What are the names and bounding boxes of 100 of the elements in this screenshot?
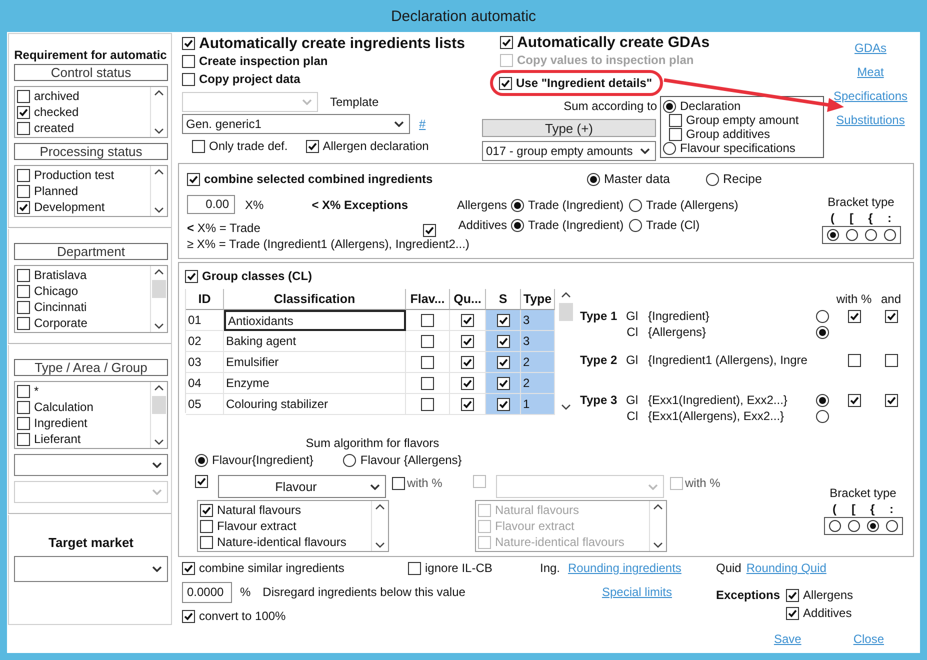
rule-pattern: {Allergens}	[648, 325, 708, 339]
radio-label: Master data	[604, 172, 670, 186]
checkbox-label: combine similar ingredients	[199, 561, 344, 575]
rounding-label: Quid	[716, 561, 742, 575]
checkbox-label: Allergens	[803, 588, 854, 602]
window-title: Declaration automatic	[390, 8, 536, 24]
checkbox-label: Calculation	[34, 400, 94, 414]
radio-label: Trade (Ingredient)	[528, 218, 624, 232]
rule-text: < X% = Trade	[187, 220, 260, 236]
rule-text: ≥ X% = Trade (Ingredient1 (Allergens), Ingredient2...)	[187, 236, 470, 252]
group-title: Processing status	[14, 143, 168, 160]
checkbox-label: created	[34, 121, 74, 135]
bracket-symbol: {	[869, 502, 876, 516]
radio-label: Declaration	[680, 99, 741, 113]
radio-label: Recipe	[723, 172, 762, 186]
checkbox-label: Copy project data	[199, 72, 300, 86]
table-cell: 1	[521, 394, 555, 415]
type-label: Type 1	[580, 309, 618, 323]
table-cell: 04	[186, 373, 224, 394]
rounding-label: Ing.	[540, 561, 560, 575]
table-cell: 03	[186, 352, 224, 373]
checkbox-label: Group empty amount	[686, 113, 799, 127]
table-cell: 3	[521, 331, 555, 352]
checkbox-label: Flavour extract	[217, 519, 296, 533]
bracket-symbol: :	[886, 211, 892, 225]
column-header[interactable]: Qu...	[450, 289, 486, 310]
checkbox-label: Use "Ingredient details"	[516, 76, 652, 90]
template-label: Template	[330, 95, 379, 109]
table-cell[interactable]: Baking agent	[224, 331, 406, 352]
checkbox-label: Group classes (CL)	[202, 269, 312, 283]
column-header[interactable]: Flav...	[406, 289, 450, 310]
checkbox-label: with %	[685, 476, 720, 490]
disregard-input[interactable]: 0.0000	[182, 582, 232, 602]
checkbox-label: Cincinnati	[34, 300, 87, 314]
table-cell: 01	[186, 310, 224, 331]
flavour-dropdown[interactable]: Flavour	[218, 475, 386, 498]
disregard-label: Disregard ingredients below this value	[262, 585, 466, 599]
checkbox-label: Additives	[803, 606, 852, 620]
bracket-symbol: (	[832, 502, 838, 516]
unit-label: %	[240, 585, 251, 599]
code-label: Cl	[626, 325, 639, 339]
column-header[interactable]: Classification	[224, 289, 406, 310]
allocation-label: Allergens	[456, 198, 507, 212]
checkbox-label: Automatically create ingredients lists	[199, 34, 465, 52]
checkbox-label: archived	[34, 89, 80, 103]
rule-pattern: {Exx1(Ingredient), Exx2...}	[648, 393, 788, 407]
checkbox-label: Ingredient	[34, 416, 88, 430]
code-label: Gl	[625, 393, 639, 407]
checkbox-label: Natural flavours	[495, 503, 580, 517]
type-label: Type 3	[580, 393, 618, 407]
checkbox-label: combine selected combined ingredients	[204, 172, 433, 186]
rule-pattern: {Ingredient1 (Allergens), Ingre	[648, 353, 808, 367]
checkbox-label: Copy values to inspection plan	[517, 53, 694, 67]
type-button[interactable]: Type (+)	[482, 119, 656, 137]
checkbox-label: Bratislava	[34, 268, 87, 282]
table-cell[interactable]: Emulsifier	[224, 352, 406, 373]
bracket-type-label: Bracket type	[830, 486, 896, 500]
checkbox-label: Nature-identical flavours	[217, 535, 346, 549]
group-title: Type / Area / Group	[14, 359, 168, 376]
group-title: Control status	[14, 64, 168, 81]
sum-according-label: Sum according to	[562, 99, 658, 113]
table-cell: 05	[186, 394, 224, 415]
type-select[interactable]: 017 - group empty amounts	[482, 141, 656, 161]
radio-label: Trade (Ingredient)	[528, 198, 624, 212]
table-cell[interactable]: Enzyme	[224, 373, 406, 394]
hash-link[interactable]: #	[419, 117, 426, 131]
bracket-symbol: [	[848, 211, 854, 225]
radio-label: Flavour{Ingredient}	[212, 453, 314, 467]
checkbox-label: Corporate	[34, 316, 88, 330]
code-label: Gl	[625, 353, 639, 367]
column-header[interactable]: ID	[186, 289, 224, 310]
target-market-heading: Target market	[47, 535, 134, 550]
table-cell: 02	[186, 331, 224, 352]
checkbox-label: Group additives	[686, 127, 770, 141]
code-label: Cl	[626, 409, 639, 423]
checkbox-label: Production test	[34, 168, 114, 182]
checkbox-label: with %	[407, 476, 442, 490]
column-header: with %	[835, 292, 873, 306]
radio-label: Trade (Cl)	[646, 218, 700, 232]
code-label: Gl	[625, 309, 639, 323]
table-cell[interactable]: Colouring stabilizer	[224, 394, 406, 415]
table-cell: 2	[521, 352, 555, 373]
checkbox-label: *	[34, 384, 39, 398]
checkbox-label: ignore IL-CB	[425, 561, 492, 575]
template-select[interactable]: Gen. generic1	[182, 114, 410, 134]
table-cell: 3	[521, 310, 555, 331]
checkbox-label: Development	[34, 200, 105, 214]
checkbox-label: Create inspection plan	[199, 54, 328, 68]
checkbox-label: Flavour extract	[495, 519, 574, 533]
threshold-input[interactable]: 0.00	[187, 195, 235, 214]
table-cell[interactable]: Antioxidants	[224, 310, 406, 331]
bracket-type-label: Bracket type	[828, 195, 894, 209]
checkbox-label: Chicago	[34, 284, 78, 298]
checkbox-label: Nature-identical flavours	[495, 535, 624, 549]
checkbox-label: Planned	[34, 184, 78, 198]
radio-label: Flavour {Allergens}	[360, 453, 462, 467]
allocation-label: Additives	[457, 218, 507, 232]
flavour-algorithm-heading: Sum algorithm for flavors	[304, 436, 440, 450]
exceptions-heading: < X% Exceptions	[312, 198, 408, 212]
rule-pattern: {Exx1(Allergens), Exx2...}	[648, 409, 786, 423]
